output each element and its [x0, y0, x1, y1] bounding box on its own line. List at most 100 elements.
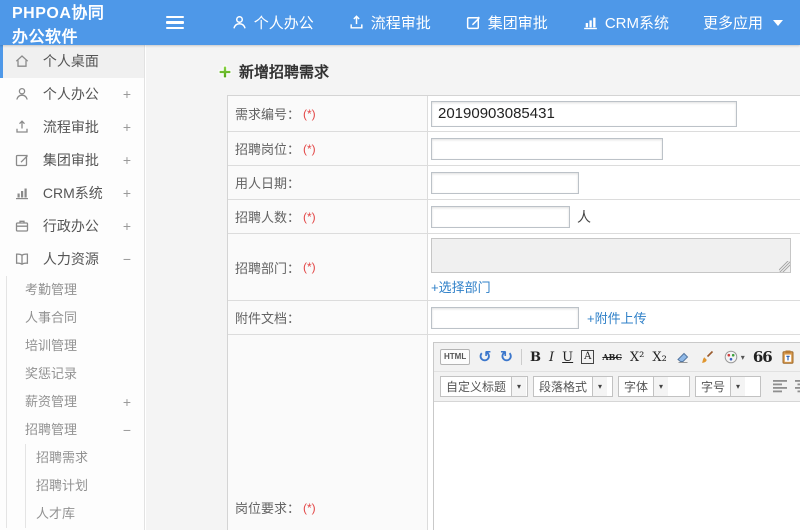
demand-no-input[interactable]	[431, 100, 737, 127]
app-logo: PHPOA协同办公软件	[12, 4, 105, 46]
department-textarea[interactable]	[431, 238, 791, 273]
italic-button[interactable]: I	[549, 351, 554, 364]
required-mark: (*)	[303, 260, 316, 274]
expand-plus-icon[interactable]: +	[123, 144, 131, 177]
headcount-input[interactable]	[431, 205, 570, 228]
toolbar-separator	[521, 349, 523, 365]
field-label: 招聘人数：	[235, 210, 301, 225]
superscript-button[interactable]: X²	[630, 351, 644, 364]
caret-down-icon: ▾	[511, 377, 527, 396]
select-department-link[interactable]: +选择部门	[431, 277, 491, 296]
page-title-text: 新增招聘需求	[239, 64, 330, 81]
editor-toolbar-row2: 自定义标题 ▾ 段落格式 ▾ 字体 ▾ 字号 ▾	[434, 372, 800, 402]
top-nav: 个人办公 流程审批 集团审批 CRM系统 更多应用	[214, 12, 800, 33]
sidebar-item-flow-approval[interactable]: 流程审批 +	[0, 111, 144, 144]
sidebar-item-recruit-plan[interactable]: 招聘计划	[26, 472, 144, 500]
sidebar: 个人桌面 个人办公 + 流程审批 + 集团审批 + CRM系统 + 行政办公 +…	[0, 45, 145, 530]
nav-personal-office[interactable]: 个人办公	[231, 12, 314, 33]
submenu-label: 薪资管理	[25, 394, 78, 409]
form-row-department: 招聘部门： (*) +选择部门	[228, 234, 800, 301]
eraser-icon[interactable]	[675, 349, 691, 365]
rich-text-editor: HTML ↺ ↻ B I U A ABC X² X₂ ▾ 66 自定义标题 ▾ …	[433, 342, 800, 530]
expand-plus-icon[interactable]: +	[123, 78, 131, 111]
collapse-minus-icon[interactable]: −	[123, 243, 131, 276]
font-family-dropdown[interactable]: 字体 ▾	[618, 376, 690, 397]
submenu-label: 考勤管理	[25, 282, 78, 297]
sidebar-item-training[interactable]: 培训管理	[7, 332, 144, 360]
hamburger-menu-icon[interactable]	[165, 13, 184, 33]
flow-icon	[348, 14, 365, 31]
form-row-requirements: 岗位要求： (*) HTML ↺ ↻ B I U A ABC X² X₂ ▾ 6…	[228, 335, 800, 530]
font-size-dropdown[interactable]: 字号 ▾	[695, 376, 761, 397]
sidebar-item-recruit-mgmt[interactable]: 招聘管理 −	[7, 416, 144, 444]
field-label: 招聘部门：	[235, 260, 301, 276]
nav-label: 流程审批	[370, 15, 431, 32]
hire-date-input[interactable]	[431, 171, 579, 194]
subscript-button[interactable]: X₂	[652, 351, 666, 364]
align-left-icon[interactable]	[772, 379, 788, 395]
sidebar-item-hr[interactable]: 人力资源 −	[0, 243, 144, 276]
form-row-demand-no: 需求编号： (*)	[228, 96, 800, 132]
field-label: 招聘岗位：	[235, 142, 301, 157]
nav-more-apps[interactable]: 更多应用	[703, 12, 783, 33]
nav-label: 更多应用	[702, 15, 763, 32]
sidebar-item-talent-pool[interactable]: 人才库	[26, 500, 144, 528]
submenu-label: 招聘需求	[36, 450, 89, 465]
edit-icon	[465, 14, 482, 31]
home-icon	[14, 53, 30, 69]
expand-plus-icon[interactable]: +	[123, 111, 131, 144]
sidebar-item-label: 个人办公	[42, 86, 99, 102]
expand-plus-icon[interactable]: +	[123, 210, 131, 243]
underline-button[interactable]: U	[562, 351, 573, 364]
recruit-demand-form: 需求编号： (*) 招聘岗位： (*) 用人日期：	[227, 95, 800, 530]
format-brush-icon[interactable]	[699, 349, 715, 365]
expand-plus-icon[interactable]: +	[123, 388, 131, 416]
sidebar-item-recruit-demand[interactable]: 招聘需求	[26, 444, 144, 472]
bold-button[interactable]: B	[530, 351, 541, 364]
sidebar-item-personal-office[interactable]: 个人办公 +	[0, 78, 144, 111]
nav-flow-approval[interactable]: 流程审批	[348, 12, 431, 33]
bar-chart-icon	[14, 185, 30, 201]
html-source-button[interactable]: HTML	[440, 349, 471, 365]
required-mark: (*)	[303, 209, 316, 224]
editor-content-area[interactable]	[434, 402, 800, 530]
form-row-position: 招聘岗位： (*)	[228, 132, 800, 166]
attachment-input[interactable]	[431, 306, 579, 329]
sidebar-item-attendance[interactable]: 考勤管理	[7, 276, 144, 304]
align-center-icon[interactable]	[794, 379, 800, 395]
blockquote-button[interactable]: 66	[753, 349, 773, 365]
required-mark: (*)	[303, 141, 316, 156]
hr-submenu: 考勤管理 人事合同 培训管理 奖惩记录 薪资管理 + 招聘管理 − 招聘需求 招…	[6, 276, 144, 528]
undo-button[interactable]: ↺	[478, 349, 491, 365]
paragraph-format-dropdown[interactable]: 段落格式 ▾	[533, 376, 613, 397]
sidebar-item-label: 流程审批	[42, 119, 99, 135]
caret-down-icon	[773, 19, 783, 26]
sidebar-item-label: 集团审批	[42, 152, 99, 168]
sidebar-item-salary[interactable]: 薪资管理 +	[7, 388, 144, 416]
custom-heading-dropdown[interactable]: 自定义标题 ▾	[440, 376, 528, 397]
expand-plus-icon[interactable]: +	[123, 177, 131, 210]
sidebar-item-label: CRM系统	[42, 185, 103, 201]
caret-down-icon: ▾	[653, 377, 669, 396]
sidebar-item-reward-punish[interactable]: 奖惩记录	[7, 360, 144, 388]
palette-icon[interactable]: ▾	[723, 349, 745, 365]
sidebar-item-group-approval[interactable]: 集团审批 +	[0, 144, 144, 177]
position-input[interactable]	[431, 137, 663, 160]
paste-icon[interactable]	[780, 349, 796, 365]
top-bar: PHPOA协同办公软件 个人办公 流程审批 集团审批 CRM系统 更多应用	[0, 0, 800, 46]
recruit-submenu: 招聘需求 招聘计划 人才库	[25, 444, 144, 528]
sidebar-item-hr-contract[interactable]: 人事合同	[7, 304, 144, 332]
font-border-button[interactable]: A	[581, 350, 595, 364]
sidebar-item-admin-office[interactable]: 行政办公 +	[0, 210, 144, 243]
sidebar-item-crm[interactable]: CRM系统 +	[0, 177, 144, 210]
nav-crm[interactable]: CRM系统	[582, 12, 669, 33]
briefcase-icon	[14, 218, 30, 234]
strikethrough-button[interactable]: ABC	[602, 353, 621, 361]
attachment-upload-link[interactable]: +附件上传	[587, 308, 647, 327]
collapse-minus-icon[interactable]: −	[123, 416, 131, 444]
sidebar-item-label: 行政办公	[42, 218, 99, 234]
sidebar-item-personal-desktop[interactable]: 个人桌面	[0, 45, 144, 78]
redo-button[interactable]: ↻	[500, 349, 513, 365]
book-icon	[14, 251, 30, 267]
nav-group-approval[interactable]: 集团审批	[465, 12, 548, 33]
